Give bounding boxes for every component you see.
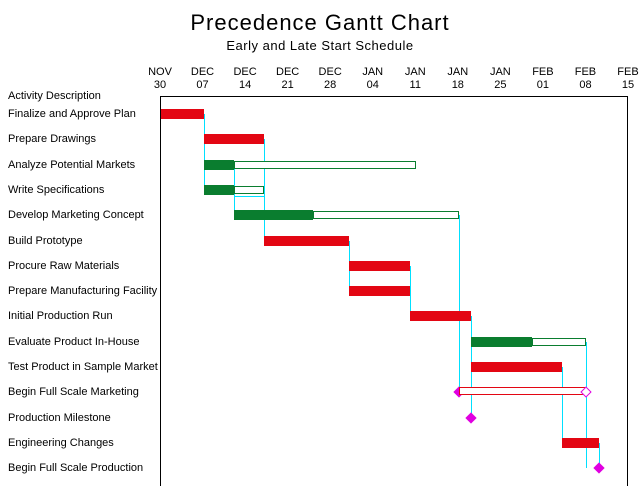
activity-label: Write Specifications [8,184,104,196]
milestone-icon [465,412,476,423]
gantt-bar [161,109,204,119]
dependency-line [264,139,265,240]
activity-label: Begin Full Scale Marketing [8,386,139,398]
date-tick: JAN04 [358,66,388,92]
gantt-bar [234,186,264,194]
date-tick: DEC21 [273,66,303,92]
dependency-line [204,114,205,190]
gantt-bar [264,236,349,246]
date-tick: DEC07 [188,66,218,92]
dependency-line [586,342,587,469]
gantt-bar [410,311,471,321]
date-tick: FEB15 [613,66,640,92]
dependency-line [562,367,563,443]
activity-label: Production Milestone [8,412,111,424]
chart-subtitle: Early and Late Start Schedule [0,36,640,53]
activity-label: Procure Raw Materials [8,260,119,272]
plot-area [160,96,628,486]
gantt-bar [532,338,587,346]
gantt-bar [471,337,532,347]
dependency-line [410,266,411,317]
activity-label: Test Product in Sample Market [8,361,158,373]
activity-label: Engineering Changes [8,437,114,449]
activity-label: Begin Full Scale Production [8,462,143,474]
activity-label: Initial Production Run [8,310,113,322]
activity-label: Evaluate Product In-House [8,336,139,348]
gantt-bar [204,134,265,144]
date-tick: DEC14 [230,66,260,92]
activity-label: Build Prototype [8,235,83,247]
date-tick: FEB01 [528,66,558,92]
gantt-bar [313,211,459,219]
gantt-bar [349,261,410,271]
gantt-chart: Precedence Gantt Chart Early and Late St… [0,0,640,500]
date-tick: JAN25 [485,66,515,92]
gantt-bar [234,161,416,169]
gantt-bar [204,185,234,195]
date-tick: FEB08 [570,66,600,92]
dependency-line [234,196,264,197]
gantt-bar [459,387,587,395]
activity-label: Prepare Manufacturing Facility [8,285,157,297]
date-tick: JAN11 [400,66,430,92]
y-axis-label: Activity Description [8,90,101,102]
date-tick: JAN18 [443,66,473,92]
date-tick: NOV30 [145,66,175,92]
gantt-bar [471,362,562,372]
date-tick: DEC28 [315,66,345,92]
chart-title: Precedence Gantt Chart [0,0,640,36]
dependency-line [459,215,460,392]
gantt-bar [562,438,598,448]
milestone-icon [593,463,604,474]
gantt-bar [349,286,410,296]
gantt-bar [204,160,234,170]
milestone-icon [581,387,592,398]
activity-label: Finalize and Approve Plan [8,108,136,120]
activity-label: Prepare Drawings [8,133,96,145]
gantt-bar [234,210,313,220]
activity-label: Develop Marketing Concept [8,209,144,221]
activity-label: Analyze Potential Markets [8,159,135,171]
